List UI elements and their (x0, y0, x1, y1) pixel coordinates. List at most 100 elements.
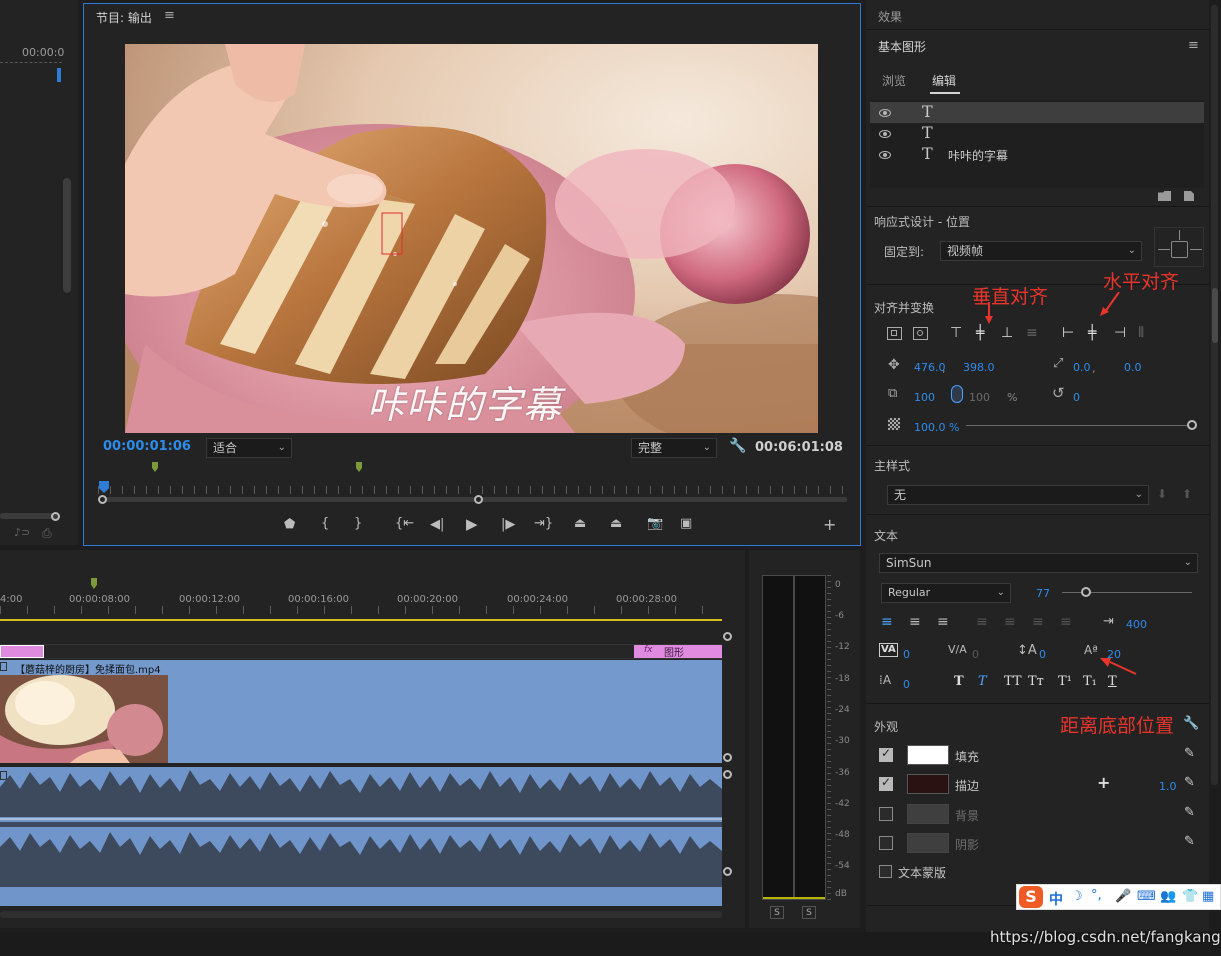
distribute-horizontal-icon[interactable]: ⦀ (1138, 325, 1153, 341)
stroke-color-swatch[interactable] (907, 774, 949, 794)
video-frame[interactable]: 咔咔的字幕 (125, 44, 818, 433)
source-playhead[interactable] (57, 68, 61, 82)
anchor-x[interactable]: 0.0 (1073, 361, 1091, 374)
go-to-in-icon[interactable]: {⇤ (395, 516, 414, 531)
align-top-icon[interactable]: ⊤ (950, 325, 965, 341)
tab-width-value[interactable]: 400 (1126, 618, 1147, 631)
audio-clip[interactable] (0, 767, 722, 906)
compare-icon[interactable]: ▣ (680, 516, 692, 531)
leading-value[interactable]: 0 (1039, 648, 1046, 661)
align-text-right-icon[interactable]: ≡ (937, 614, 949, 630)
push-style-icon[interactable]: ⬇ (1157, 487, 1167, 501)
fill-checkbox[interactable] (879, 746, 893, 762)
marker-icon[interactable] (356, 462, 362, 472)
tsume-value[interactable]: 0 (903, 678, 910, 691)
rotation-value[interactable]: 0 (1073, 391, 1080, 404)
pull-style-icon[interactable]: ⬆ (1182, 487, 1192, 501)
stroke-width-value[interactable]: 1.0 (1159, 780, 1177, 793)
new-layer-icon[interactable] (1184, 191, 1194, 201)
camera-icon[interactable]: 📷 (647, 516, 663, 531)
opacity-value[interactable]: 100.0 % (914, 421, 959, 434)
justify-left-icon[interactable]: ≡ (976, 614, 988, 630)
layer-row[interactable]: T (870, 102, 1204, 123)
track-handle[interactable] (723, 770, 732, 779)
eye-icon[interactable] (879, 151, 891, 159)
step-forward-icon[interactable]: |▶ (501, 517, 515, 532)
timeline-scrollbar[interactable] (0, 911, 722, 918)
eye-icon[interactable] (879, 109, 891, 117)
align-center-icon[interactable]: ╪ (1088, 325, 1103, 341)
panel-menu-icon[interactable]: ≡ (164, 8, 175, 23)
position-y[interactable]: 398.0 (963, 361, 995, 374)
fill-eyedropper-icon[interactable]: ✎ (1184, 746, 1195, 761)
mark-out-icon[interactable]: } (354, 516, 362, 531)
tracking-value[interactable]: 0 (972, 648, 979, 661)
zoom-handle-right[interactable] (474, 495, 483, 504)
pin-top-line[interactable] (1179, 230, 1180, 240)
mic-icon[interactable]: 🎤 (1115, 889, 1131, 904)
pin-to-select[interactable]: 视频帧 ⌄ (940, 241, 1142, 261)
program-monitor-title[interactable]: 节目: 输出 (96, 9, 152, 26)
font-select[interactable]: SimSun ⌄ (879, 553, 1198, 573)
all-caps-icon[interactable]: TT (1004, 674, 1022, 689)
distribute-vertical-icon[interactable]: ≡ (1026, 325, 1041, 341)
layer-row[interactable]: T (870, 123, 1204, 144)
right-panel-scroll-thumb[interactable] (1212, 288, 1218, 343)
subtitle-overlay[interactable]: 咔咔的字幕 (367, 374, 562, 429)
appearance-tool-icon[interactable]: 🔧 (1183, 716, 1199, 731)
pin-right-line[interactable] (1190, 249, 1202, 250)
panel-menu-icon[interactable]: ≡ (1188, 38, 1199, 53)
effects-tab[interactable]: 效果 (878, 8, 902, 25)
tab-edit[interactable]: 编辑 (932, 72, 956, 89)
subscript-icon[interactable]: T₁ (1083, 674, 1097, 689)
marker-icon[interactable] (152, 462, 158, 472)
panel-title[interactable]: 基本图形 (878, 38, 926, 55)
graphic-clip-left[interactable] (0, 645, 44, 658)
stroke-checkbox[interactable] (879, 775, 893, 791)
extract-icon[interactable]: ⏏ (610, 516, 622, 531)
scale-value[interactable]: 100 (914, 391, 935, 404)
fill-color-swatch[interactable] (907, 745, 949, 765)
play-icon[interactable]: ▶ (466, 515, 478, 533)
small-caps-icon[interactable]: Tт (1028, 674, 1044, 689)
align-text-left-icon[interactable]: ≡ (881, 614, 893, 630)
shirt-icon[interactable]: 👕 (1182, 889, 1198, 904)
font-style-select[interactable]: Regular ⌄ (881, 583, 1011, 603)
lift-icon[interactable]: ⏏ (574, 516, 586, 531)
background-checkbox[interactable] (879, 807, 893, 821)
master-style-select[interactable]: 无 ⌄ (887, 485, 1149, 505)
justify-all-icon[interactable]: ≡ (1060, 614, 1072, 630)
stroke-eyedropper-icon[interactable]: ✎ (1184, 775, 1195, 790)
add-marker-icon[interactable]: ⬟ (284, 517, 295, 532)
go-to-out-icon[interactable]: ⇥} (534, 516, 553, 531)
background-eyedropper-icon[interactable]: ✎ (1184, 805, 1195, 820)
font-size-slider-handle[interactable] (1081, 587, 1091, 597)
add-button-icon[interactable]: + (823, 515, 836, 534)
work-area-bar[interactable] (0, 619, 722, 621)
track-handle[interactable] (723, 753, 732, 762)
graphic-clip-right[interactable]: fx 图形 (634, 645, 722, 659)
background-color-swatch[interactable] (907, 804, 949, 824)
solo-right-button[interactable]: S (802, 906, 816, 919)
shadow-color-swatch[interactable] (907, 833, 949, 853)
user-icon[interactable]: 👥 (1160, 889, 1176, 904)
solo-left-button[interactable]: S (770, 906, 784, 919)
kerning-value[interactable]: 0 (903, 648, 910, 661)
source-scrollbar[interactable] (63, 178, 71, 293)
quality-select[interactable]: 完整 ⌄ (631, 438, 717, 458)
mark-in-icon[interactable]: { (321, 516, 329, 531)
punct-icon[interactable]: °, (1091, 888, 1102, 903)
ime-chinese-toggle[interactable]: 中 (1049, 889, 1063, 909)
track-handle[interactable] (723, 632, 732, 641)
source-zoom-bar[interactable] (0, 513, 58, 519)
wrench-icon[interactable]: 🔧 (729, 438, 746, 454)
track-handle[interactable] (723, 867, 732, 876)
step-back-icon[interactable]: ◀| (430, 517, 444, 532)
fit-select[interactable]: 适合 ⌄ (206, 438, 292, 458)
text-mask-checkbox[interactable] (879, 865, 892, 878)
right-panel-scrollbar[interactable] (1211, 5, 1218, 785)
faux-bold-icon[interactable]: T (954, 674, 964, 689)
tab-browse[interactable]: 浏览 (882, 72, 906, 89)
pin-widget[interactable] (1154, 227, 1204, 267)
align-right-icon[interactable]: ⊣ (1114, 325, 1129, 341)
